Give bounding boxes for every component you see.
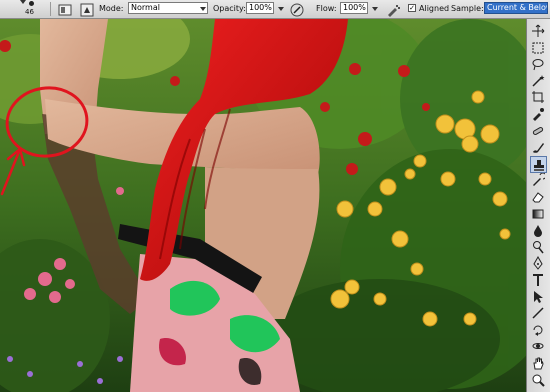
drop-icon [534,225,542,238]
tools-panel [526,19,550,392]
type-tool[interactable] [530,272,547,289]
3d-rotate-icon [533,325,543,336]
dodge-icon [533,240,544,254]
hand-tool[interactable] [530,355,547,372]
flow-label: Flow: [316,4,337,13]
aligned-label: Aligned [419,4,450,13]
lasso-tool[interactable] [530,56,547,73]
blur-tool[interactable] [530,222,547,239]
move-icon [532,24,545,37]
marquee-tool[interactable] [530,40,547,57]
3d-orbit-tool[interactable] [530,338,547,355]
move-tool[interactable] [530,23,547,40]
flow-field[interactable]: 100% [340,2,368,14]
history-brush-icon [533,173,545,187]
type-icon [533,274,543,286]
crop-icon [532,91,544,104]
bandage-icon [532,126,544,135]
lasso-icon [532,59,544,71]
brush-preset-picker[interactable]: 46 [20,0,48,18]
brush-size-label: 46 [25,8,34,16]
aligned-checkbox[interactable]: ✓ [408,4,416,12]
healing-brush-tool[interactable] [530,123,547,140]
arrow-icon [534,290,543,303]
mode-label: Mode: [99,4,124,13]
zoom-tool[interactable] [530,372,547,389]
eraser-tool[interactable] [530,189,547,206]
marquee-icon [532,42,544,54]
3d-orbit-icon [532,343,544,350]
flow-dropdown-icon[interactable] [372,7,378,11]
mode-dropdown-icon[interactable] [200,7,206,11]
separator [50,2,51,16]
chevron-down-icon [20,0,26,4]
clone-source-panel-icon[interactable] [80,2,94,17]
opacity-label: Opacity: [213,4,246,13]
clone-stamp-tool[interactable] [530,155,547,173]
toggle-brush-panel-icon[interactable] [58,2,72,16]
gradient-icon [532,209,544,219]
mode-select[interactable]: Normal [128,2,208,14]
pen-tool[interactable] [530,255,547,272]
hand-icon [533,357,544,370]
pen-icon [533,256,543,271]
opacity-dropdown-icon[interactable] [278,7,284,11]
airbrush-icon[interactable] [386,2,400,17]
options-bar: 46 Mode: Normal Opacity: 100% Flow: 100%… [0,0,550,19]
dodge-tool[interactable] [530,239,547,256]
document-canvas[interactable] [0,19,526,392]
opacity-field[interactable]: 100% [246,2,274,14]
path-selection-tool[interactable] [530,289,547,306]
stamp-icon [534,159,544,171]
tablet-pressure-opacity-icon[interactable] [290,2,304,17]
brush-tip-icon [29,1,34,6]
wand-icon [532,74,545,87]
eyedropper-icon [533,108,544,121]
sample-label: Sample: [451,4,484,13]
3d-rotate-tool[interactable] [530,322,547,339]
photo-artwork [0,19,526,392]
quick-selection-tool[interactable] [530,73,547,90]
brush-icon [533,143,544,153]
eyedropper-tool[interactable] [530,106,547,123]
sample-select[interactable]: Current & Below [484,2,548,14]
gradient-tool[interactable] [530,206,547,223]
brush-tool[interactable] [530,139,547,156]
history-brush-tool[interactable] [530,172,547,189]
eraser-icon [532,192,544,203]
magnifier-icon [532,374,545,387]
line-icon [532,307,544,319]
shape-tool[interactable] [530,305,547,322]
crop-tool[interactable] [530,89,547,106]
